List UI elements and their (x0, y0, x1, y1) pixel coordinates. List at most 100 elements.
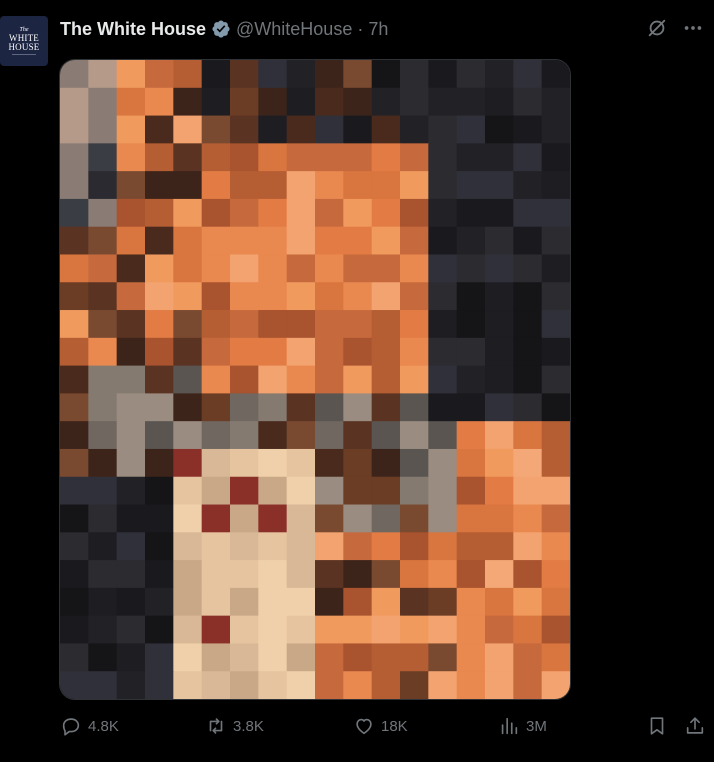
mosaic-tile (428, 87, 458, 117)
bookmark-button[interactable] (646, 712, 668, 740)
mosaic-tile (116, 615, 146, 645)
mosaic-tile (315, 282, 344, 311)
like-count: 18K (381, 717, 408, 735)
mosaic-tile (456, 532, 486, 561)
mosaic-tile (315, 476, 344, 506)
mosaic-tile (258, 532, 288, 561)
mosaic-tile (230, 393, 259, 422)
mosaic-tile (286, 198, 316, 228)
account-name[interactable]: The White House (60, 19, 206, 40)
mosaic-tile (116, 643, 146, 672)
repost-button[interactable]: 3.8K (205, 712, 264, 740)
mosaic-tile (343, 365, 373, 394)
mosaic-tile (343, 393, 373, 422)
mosaic-tile (343, 560, 373, 589)
more-icon[interactable] (682, 17, 704, 39)
mosaic-tile (258, 115, 288, 144)
mosaic-tile (173, 171, 203, 200)
mosaic-tile (400, 504, 429, 533)
timestamp[interactable]: 7h (368, 19, 388, 40)
mosaic-tile (116, 393, 146, 422)
mosaic-tile (485, 171, 514, 200)
mosaic-tile (400, 476, 429, 506)
account-handle[interactable]: @WhiteHouse (236, 19, 352, 40)
mosaic-tile (428, 421, 458, 450)
mosaic-tile (371, 282, 401, 311)
mosaic-tile (286, 87, 316, 117)
mosaic-tile (116, 587, 146, 617)
mosaic-tile (315, 421, 344, 450)
mosaic-tile (456, 448, 486, 478)
share-button[interactable] (684, 712, 706, 740)
avatar[interactable]: The WHITE HOUSE (0, 16, 48, 66)
mosaic-tile (485, 198, 514, 228)
mosaic-tile (173, 226, 203, 256)
mosaic-tile (428, 587, 458, 617)
mosaic-tile (343, 615, 373, 645)
mosaic-tile (60, 282, 89, 311)
mosaic-tile (485, 393, 514, 422)
mosaic-tile (88, 393, 118, 422)
mosaic-tile (428, 504, 458, 533)
grok-icon[interactable] (646, 17, 668, 39)
mosaic-tile (116, 226, 146, 256)
mosaic-tile (258, 171, 288, 200)
mosaic-tile (230, 143, 259, 172)
like-button[interactable]: 18K (353, 712, 408, 740)
mosaic-tile (145, 87, 174, 117)
mosaic-tile (173, 282, 203, 311)
mosaic-tile (286, 504, 316, 533)
mosaic-tile (88, 587, 118, 617)
mosaic-tile (201, 643, 231, 672)
reply-count: 4.8K (88, 717, 119, 735)
mosaic-tile (145, 254, 174, 283)
mosaic-tile (230, 198, 259, 228)
mosaic-tile (343, 476, 373, 506)
mosaic-tile (371, 532, 401, 561)
mosaic-tile (60, 115, 89, 144)
mosaic-tile (428, 448, 458, 478)
mosaic-tile (230, 448, 259, 478)
mosaic-tile (343, 310, 373, 339)
mosaic-tile (258, 587, 288, 617)
mosaic-tile (286, 254, 316, 283)
mosaic-tile (541, 226, 570, 256)
bookmark-icon (646, 715, 668, 737)
mosaic-tile (173, 476, 203, 506)
mosaic-tile (88, 198, 118, 228)
mosaic-tile (88, 476, 118, 506)
mosaic-tile (116, 421, 146, 450)
views-button[interactable]: 3M (498, 712, 547, 740)
views-icon (498, 715, 520, 737)
mosaic-tile (116, 337, 146, 367)
reply-button[interactable]: 4.8K (60, 712, 119, 740)
mosaic-tile (400, 226, 429, 256)
mosaic-tile (201, 393, 231, 422)
mosaic-tile (400, 87, 429, 117)
mosaic-tile (60, 254, 89, 283)
mosaic-tile (201, 254, 231, 283)
mosaic-tile (371, 254, 401, 283)
mosaic-tile (145, 198, 174, 228)
mosaic-tile (201, 532, 231, 561)
mosaic-tile (286, 587, 316, 617)
mosaic-tile (400, 393, 429, 422)
mosaic-tile (230, 310, 259, 339)
mosaic-tile (201, 60, 231, 89)
mosaic-tile (116, 60, 146, 89)
mosaic-tile (88, 615, 118, 645)
repost-icon (205, 715, 227, 737)
mosaic-tile (513, 171, 543, 200)
mosaic-tile (428, 337, 458, 367)
mosaic-tile (88, 643, 118, 672)
mosaic-tile (456, 504, 486, 533)
verified-badge-icon (211, 19, 231, 39)
mosaic-tile (485, 254, 514, 283)
mosaic-tile (456, 476, 486, 506)
mosaic-tile (513, 60, 543, 89)
mosaic-tile (230, 115, 259, 144)
mosaic-tile (173, 421, 203, 450)
tweet-media-image[interactable] (59, 59, 571, 700)
mosaic-tile (258, 671, 288, 699)
mosaic-tile (456, 143, 486, 172)
